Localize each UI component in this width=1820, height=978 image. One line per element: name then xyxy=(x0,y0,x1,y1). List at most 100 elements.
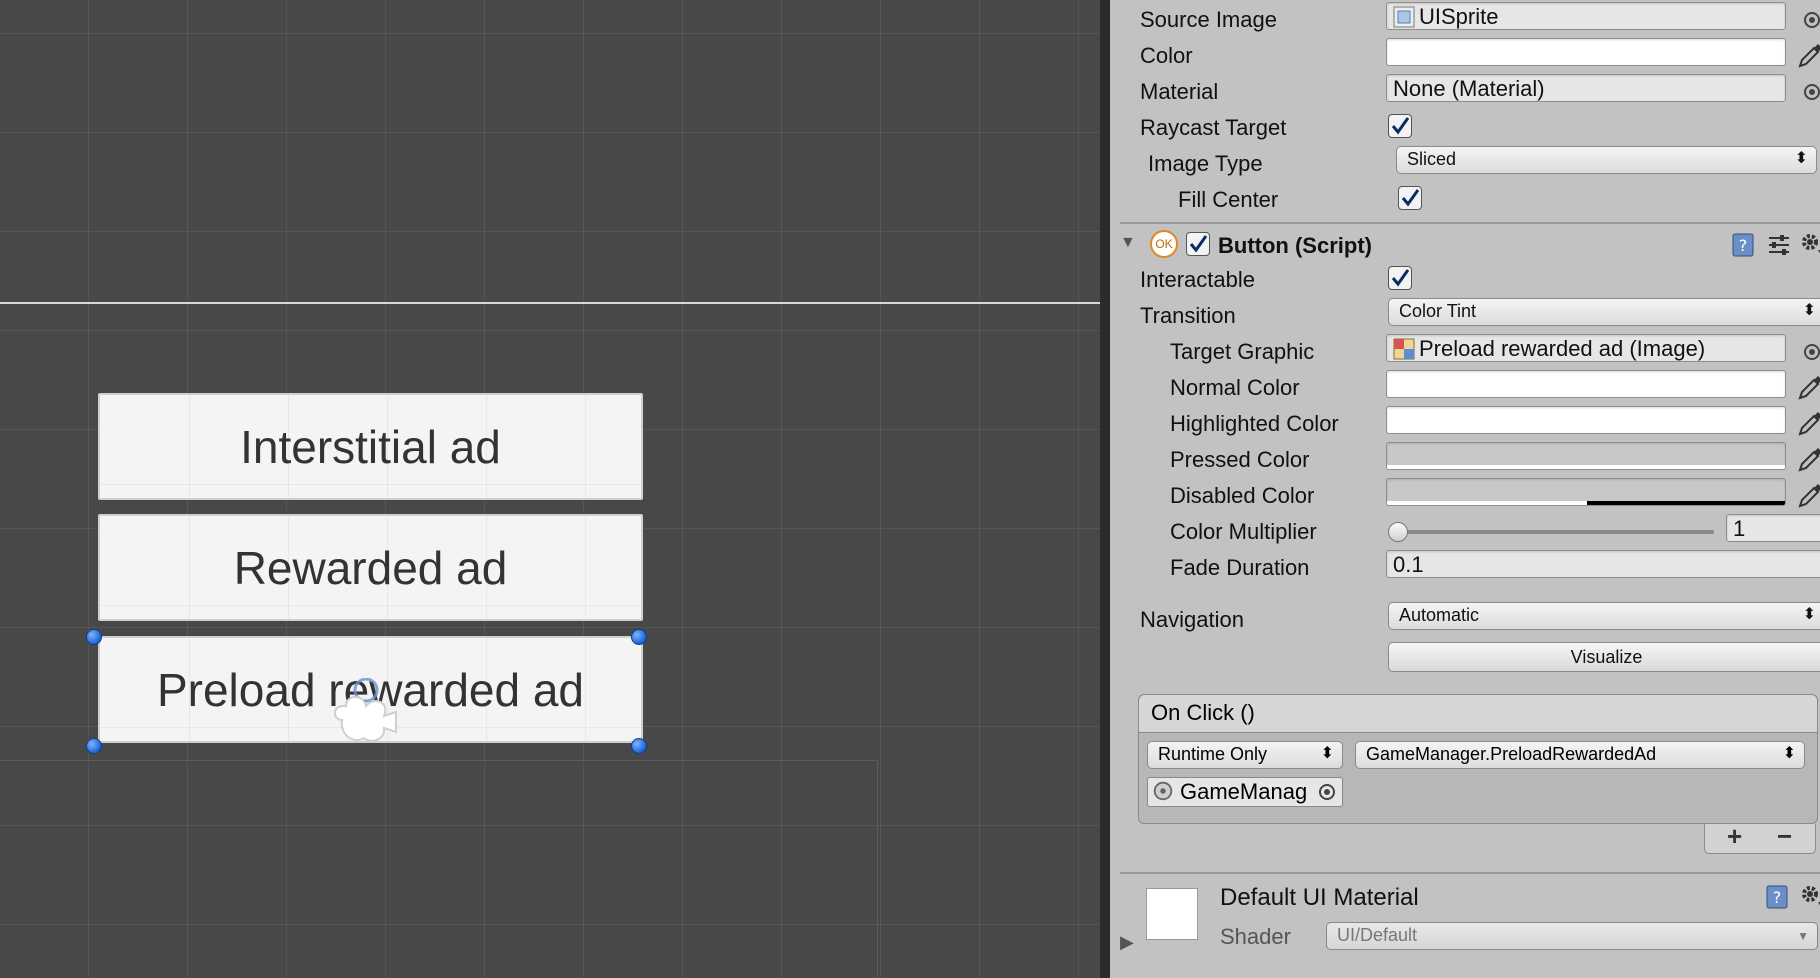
eyedropper-icon[interactable] xyxy=(1794,408,1820,438)
fade-duration-value: 0.1 xyxy=(1393,552,1424,577)
normal-color-label: Normal Color xyxy=(1170,375,1300,400)
canvas-outline xyxy=(0,760,878,978)
resize-handle-top-left[interactable] xyxy=(86,629,102,645)
component-separator xyxy=(1120,222,1820,224)
navigation-label: Navigation xyxy=(1140,607,1244,632)
color-multiplier-slider-track[interactable] xyxy=(1394,530,1714,534)
shader-dropdown[interactable]: UI/Default ▼ xyxy=(1326,922,1818,950)
raycast-target-checkbox[interactable] xyxy=(1388,114,1412,138)
source-image-picker-icon[interactable] xyxy=(1804,12,1820,28)
alpha-bar-light xyxy=(1387,501,1587,505)
material-name: Default UI Material xyxy=(1220,884,1419,911)
transition-value: Color Tint xyxy=(1399,301,1477,321)
eyedropper-icon[interactable] xyxy=(1794,480,1820,510)
function-value: GameManager.PreloadRewardedAd xyxy=(1366,744,1657,764)
image-type-label: Image Type xyxy=(1148,151,1263,176)
dropdown-arrows-icon: ⬍ xyxy=(1794,150,1808,167)
target-object-field[interactable]: GameManag xyxy=(1147,777,1343,807)
preset-sliders-icon[interactable] xyxy=(1766,232,1792,258)
shader-label: Shader xyxy=(1220,924,1291,949)
disabled-color-field[interactable] xyxy=(1386,478,1786,506)
transition-dropdown[interactable]: Color Tint ⬍ xyxy=(1388,298,1820,326)
target-graphic-picker-icon[interactable] xyxy=(1804,344,1820,360)
target-graphic-field[interactable]: Preload rewarded ad (Image) xyxy=(1386,334,1786,362)
color-multiplier-slider-thumb[interactable] xyxy=(1388,522,1408,542)
pivot-gizmo-icon[interactable] xyxy=(330,678,410,748)
visualize-button[interactable]: Visualize xyxy=(1388,642,1820,672)
canvas-boundary-line xyxy=(0,302,1100,304)
transition-label: Transition xyxy=(1140,303,1236,328)
scene-view[interactable]: Interstitial ad Rewarded ad Preload rewa… xyxy=(0,0,1100,978)
dropdown-arrow-icon: ▼ xyxy=(1797,929,1809,943)
help-book-icon[interactable]: ? xyxy=(1730,232,1756,258)
remove-event-button[interactable]: − xyxy=(1777,821,1792,852)
color-multiplier-input[interactable]: 1 xyxy=(1726,514,1820,542)
target-object-picker-icon[interactable] xyxy=(1319,784,1335,800)
image-type-dropdown[interactable]: Sliced ⬍ xyxy=(1396,146,1817,174)
target-graphic-label: Target Graphic xyxy=(1170,339,1315,364)
gear-icon[interactable] xyxy=(1798,230,1820,256)
eyedropper-icon[interactable] xyxy=(1794,40,1820,70)
button-script-title: Button (Script) xyxy=(1218,233,1372,258)
runtime-dropdown[interactable]: Runtime Only ⬍ xyxy=(1147,741,1343,769)
disabled-color-label: Disabled Color xyxy=(1170,483,1315,508)
target-object-value: GameManag xyxy=(1180,779,1308,804)
source-image-field[interactable]: UISprite xyxy=(1386,2,1786,30)
dropdown-arrows-icon: ⬍ xyxy=(1802,302,1816,319)
interstitial-ad-button[interactable]: Interstitial ad xyxy=(98,393,643,500)
checkmark-icon xyxy=(1189,235,1208,253)
svg-text:?: ? xyxy=(1773,888,1782,907)
color-field[interactable] xyxy=(1386,38,1786,66)
function-dropdown[interactable]: GameManager.PreloadRewardedAd ⬍ xyxy=(1355,741,1805,769)
source-image-label: Source Image xyxy=(1140,7,1277,32)
source-image-value: UISprite xyxy=(1419,4,1499,29)
interactable-checkbox[interactable] xyxy=(1388,266,1412,290)
highlighted-color-field[interactable] xyxy=(1386,406,1786,434)
rewarded-ad-button[interactable]: Rewarded ad xyxy=(98,514,643,621)
button-enabled-checkbox[interactable] xyxy=(1186,232,1210,256)
highlighted-color-label: Highlighted Color xyxy=(1170,411,1339,436)
shader-value: UI/Default xyxy=(1337,925,1418,945)
checkmark-icon xyxy=(1391,269,1410,287)
pressed-color-field[interactable] xyxy=(1386,442,1786,470)
navigation-dropdown[interactable]: Automatic ⬍ xyxy=(1388,602,1820,630)
checkmark-icon xyxy=(1401,189,1420,207)
eyedropper-icon[interactable] xyxy=(1794,372,1820,402)
rewarded-ad-label: Rewarded ad xyxy=(233,541,508,594)
fill-center-label: Fill Center xyxy=(1178,187,1279,212)
checkmark-icon xyxy=(1391,117,1410,135)
raycast-target-label: Raycast Target xyxy=(1140,115,1287,140)
foldout-arrow-icon[interactable]: ▼ xyxy=(1120,234,1136,252)
dropdown-arrows-icon: ⬍ xyxy=(1802,606,1816,623)
button-component-icon: OK xyxy=(1150,230,1178,258)
script-gear-icon xyxy=(1153,781,1173,801)
navigation-value: Automatic xyxy=(1399,605,1480,625)
on-click-title: On Click () xyxy=(1151,700,1255,725)
event-add-remove-tab: + − xyxy=(1704,821,1816,854)
interstitial-ad-label: Interstitial ad xyxy=(240,420,501,473)
resize-handle-bottom-left[interactable] xyxy=(86,738,102,754)
on-click-event-list: On Click () Runtime Only ⬍ GameManager.P… xyxy=(1138,694,1818,824)
material-field[interactable]: None (Material) xyxy=(1386,74,1786,102)
component-separator xyxy=(1120,872,1820,874)
fill-center-checkbox[interactable] xyxy=(1398,186,1422,210)
color-label: Color xyxy=(1140,43,1193,68)
visualize-label: Visualize xyxy=(1570,647,1643,667)
help-book-icon[interactable]: ? xyxy=(1764,884,1790,910)
normal-color-field[interactable] xyxy=(1386,370,1786,398)
svg-text:?: ? xyxy=(1739,236,1748,255)
material-foldout-arrow-icon[interactable]: ▶ xyxy=(1120,932,1134,953)
pressed-color-label: Pressed Color xyxy=(1170,447,1310,472)
add-event-button[interactable]: + xyxy=(1727,821,1742,852)
material-picker-icon[interactable] xyxy=(1804,84,1820,100)
fade-duration-input[interactable]: 0.1 xyxy=(1386,550,1820,578)
material-preview-swatch xyxy=(1146,888,1198,940)
target-graphic-value: Preload rewarded ad (Image) xyxy=(1419,336,1706,361)
resize-handle-bottom-right[interactable] xyxy=(631,738,647,754)
image-icon xyxy=(1393,338,1415,360)
eyedropper-icon[interactable] xyxy=(1794,444,1820,474)
alpha-bar xyxy=(1387,465,1785,469)
gear-icon[interactable] xyxy=(1798,882,1820,908)
resize-handle-top-right[interactable] xyxy=(631,629,647,645)
color-multiplier-value: 1 xyxy=(1733,516,1746,541)
